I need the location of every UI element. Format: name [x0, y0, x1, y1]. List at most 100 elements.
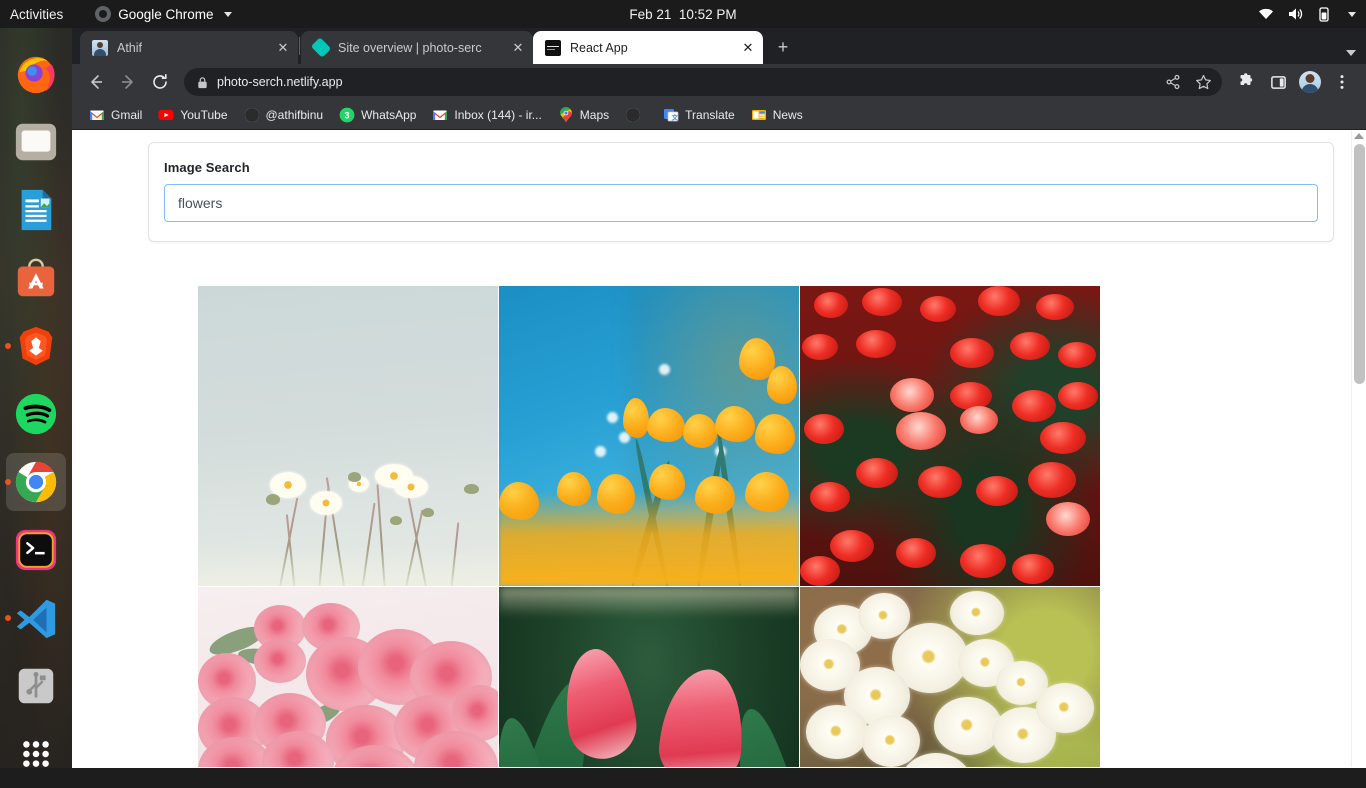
youtube-icon: [158, 107, 174, 123]
bookmark-translate[interactable]: A 文 Translate: [656, 104, 742, 126]
new-tab-button[interactable]: +: [769, 33, 797, 61]
lock-icon: [198, 76, 207, 88]
tab-strip: Athif ✕ Site overview | photo-serc ✕ Rea…: [72, 28, 1366, 64]
dock-item-files[interactable]: [2, 108, 70, 176]
bookmark-label: News: [772, 107, 803, 122]
tab-close-icon[interactable]: ✕: [509, 39, 527, 57]
dock-item-libreoffice-writer[interactable]: [2, 176, 70, 244]
netlify-diamond-favicon: [310, 37, 332, 58]
bookmark-youtube[interactable]: YouTube: [151, 104, 234, 126]
ubuntu-software-icon: [17, 258, 55, 297]
address-bar[interactable]: photo-serch.netlify.app: [184, 68, 1222, 96]
system-tray[interactable]: [1258, 6, 1356, 22]
tab-search-caret-icon[interactable]: [1346, 50, 1356, 56]
system-menu-caret-icon[interactable]: [1348, 11, 1356, 17]
dock-item-show-applications[interactable]: [2, 720, 70, 788]
address-bar-url: photo-serch.netlify.app: [217, 75, 343, 89]
usb-drive-icon: [18, 668, 54, 704]
spotify-icon: [15, 393, 57, 435]
dock-item-brave[interactable]: [2, 312, 70, 380]
photo-search-app: Image Search: [72, 130, 1351, 767]
bookmark-gmail[interactable]: Gmail: [82, 104, 149, 126]
tab-site-overview[interactable]: Site overview | photo-serc ✕: [301, 31, 533, 64]
bookmark-label: WhatsApp: [361, 107, 417, 122]
dock-item-vscode[interactable]: [2, 584, 70, 652]
activities-button[interactable]: Activities: [0, 7, 75, 22]
bookmark-star-icon[interactable]: [1195, 74, 1212, 91]
dock-item-firefox[interactable]: [2, 40, 70, 108]
image-results-grid: [72, 286, 1100, 767]
bookmark-maps[interactable]: Maps: [551, 104, 616, 126]
omnibox-actions: [1165, 74, 1212, 91]
result-photo-yellow-poppies[interactable]: [499, 286, 799, 586]
ubuntu-dock: [0, 28, 72, 768]
result-photo-red-begonias[interactable]: [800, 286, 1100, 586]
scrollbar-thumb[interactable]: [1354, 144, 1365, 384]
side-panel-button[interactable]: [1264, 68, 1292, 96]
dock-item-ubuntu-software[interactable]: [2, 244, 70, 312]
bookmark-label: @athifbinu: [265, 107, 324, 122]
extensions-button[interactable]: [1232, 68, 1260, 96]
scroll-up-arrow-icon[interactable]: [1354, 133, 1364, 139]
profile-button[interactable]: [1296, 68, 1324, 96]
result-photo-pale-daisies[interactable]: [198, 286, 498, 586]
wifi-icon: [1259, 8, 1273, 19]
bookmark-whatsapp[interactable]: 3 WhatsApp: [332, 104, 423, 126]
bookmark-athifbinu[interactable]: @athifbinu: [237, 104, 331, 126]
gnome-top-bar: Activities Google Chrome Feb 21 10:52 PM: [0, 0, 1366, 28]
terminal-icon: [15, 529, 57, 571]
result-photo-white-mums[interactable]: [800, 587, 1100, 767]
chrome-menu-button[interactable]: [1328, 68, 1356, 96]
firefox-icon: [17, 56, 55, 94]
chrome-icon: [95, 6, 112, 22]
bookmark-news[interactable]: News: [744, 104, 810, 126]
tab-title: React App: [570, 40, 628, 55]
maps-pin-icon: [558, 106, 574, 123]
app-menu-chrome[interactable]: Google Chrome: [95, 6, 232, 22]
chrome-window: Athif ✕ Site overview | photo-serc ✕ Rea…: [72, 28, 1366, 768]
news-icon: [751, 107, 767, 123]
bookmark-label: Inbox (144) - ir...: [454, 107, 542, 122]
tab-react-app[interactable]: React App ✕: [533, 31, 763, 64]
chevron-down-icon: [223, 11, 232, 17]
tab-separator: [299, 37, 300, 55]
bookmarks-bar: Gmail YouTube @athifbinu 3 WhatsApp Inbo…: [72, 100, 1366, 130]
dock-item-terminal[interactable]: [2, 516, 70, 584]
photo-avatar-favicon: [92, 39, 108, 56]
bookmark-label: Gmail: [111, 107, 143, 122]
bookmark-inbox[interactable]: Inbox (144) - ir...: [425, 104, 548, 126]
show-applications-grid-icon: [23, 741, 49, 767]
bookmark-globe-unlabeled[interactable]: [618, 104, 654, 126]
share-icon[interactable]: [1165, 74, 1181, 90]
extensions-puzzle-icon: [1240, 73, 1253, 85]
bookmark-label: Maps: [579, 107, 610, 122]
result-photo-pink-roses[interactable]: [198, 587, 498, 767]
clock[interactable]: Feb 21 10:52 PM: [629, 7, 736, 22]
tab-title: Athif: [117, 40, 143, 55]
tab-close-icon[interactable]: ✕: [739, 39, 757, 57]
dock-item-google-chrome[interactable]: [2, 448, 70, 516]
dock-item-spotify[interactable]: [2, 380, 70, 448]
result-photo-calla-lilies[interactable]: [499, 587, 799, 767]
image-search-label: Image Search: [164, 160, 250, 175]
tab-athif[interactable]: Athif ✕: [80, 31, 298, 64]
bookmark-label: Translate: [685, 107, 735, 122]
profile-avatar: [1299, 71, 1321, 93]
dock-item-usb-drive[interactable]: [2, 652, 70, 720]
forward-button[interactable]: [114, 68, 142, 96]
libreoffice-writer-icon: [21, 189, 52, 231]
globe-dark-icon: [244, 107, 260, 123]
image-search-input[interactable]: [164, 184, 1318, 222]
google-chrome-icon: [15, 461, 57, 503]
chrome-menu-icon: [1340, 75, 1344, 89]
brave-icon: [19, 326, 53, 366]
tab-title: Site overview | photo-serc: [338, 40, 482, 55]
bookmark-label: YouTube: [180, 107, 228, 122]
page-scrollbar[interactable]: [1351, 130, 1366, 767]
app-menu-label: Google Chrome: [118, 6, 214, 22]
running-indicator-dot: [5, 615, 11, 621]
tab-close-icon[interactable]: ✕: [274, 39, 292, 57]
back-button[interactable]: [82, 68, 110, 96]
whatsapp-icon: 3: [339, 107, 355, 123]
reload-button[interactable]: [146, 68, 174, 96]
